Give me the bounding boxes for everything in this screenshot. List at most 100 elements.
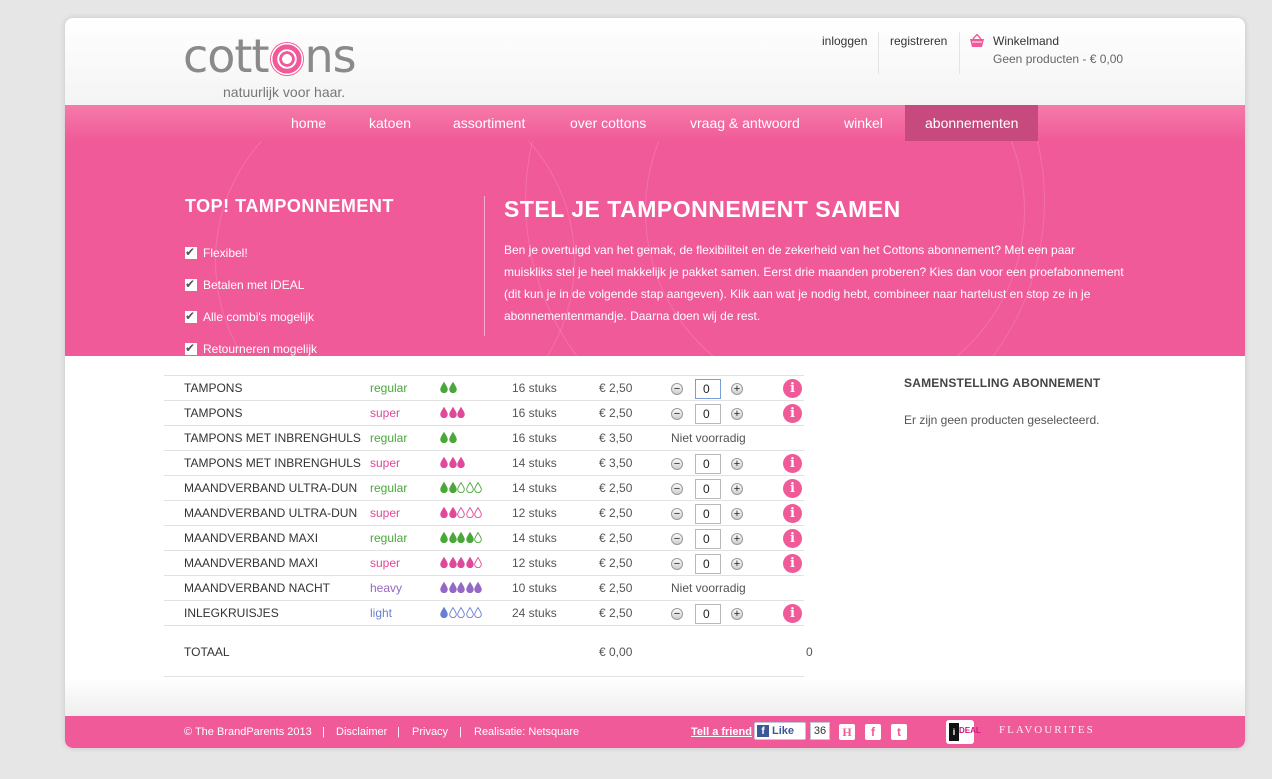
increase-button[interactable]: + [731,458,743,470]
basket-icon[interactable] [969,34,985,48]
nav-over-cottons[interactable]: over cottons [570,105,646,141]
product-name: TAMPONS [184,406,243,420]
drop-empty-icon [474,557,482,568]
pack-size: 16 stuks [512,406,557,420]
cart-link[interactable]: Winkelmand [993,34,1059,48]
logo[interactable]: cott ns natuurlijk voor haar. [183,32,363,100]
decrease-button[interactable]: − [671,383,683,395]
drop-filled-icon [440,482,448,493]
credit-link[interactable]: Realisatie: Netsquare [474,716,579,748]
facebook-like-button[interactable]: f Like [754,722,806,740]
table-row: MAANDVERBAND NACHT heavy 10 stuks € 2,50 Nie… [164,575,804,600]
absorbency-drops [440,457,466,469]
separator: | [397,726,400,738]
privacy-link[interactable]: Privacy [412,716,448,748]
increase-button[interactable]: + [731,508,743,520]
info-icon[interactable]: i [783,554,802,573]
increase-button[interactable]: + [731,558,743,570]
nav-winkel[interactable]: winkel [844,105,883,141]
pack-size: 14 stuks [512,481,557,495]
drop-filled-icon [465,557,474,568]
drop-filled-icon [440,507,448,518]
table-row: TAMPONSregular16 stuks€ 2,50−+i [164,375,804,400]
absorbency-type: heavy [370,581,403,595]
nav-assortiment[interactable]: assortiment [453,105,525,141]
info-icon[interactable]: i [783,404,802,423]
info-icon[interactable]: i [783,454,802,473]
login-link[interactable]: inloggen [822,34,867,48]
info-icon[interactable]: i [783,604,802,623]
disclaimer-link[interactable]: Disclaimer [336,716,387,748]
decrease-button[interactable]: − [671,458,683,470]
partner-logo[interactable]: FLAVOURITES [999,716,1095,744]
absorbency-drops [440,532,483,544]
twitter-icon[interactable]: t [891,724,907,740]
quantity-stepper: −+ [671,529,743,549]
quantity-input[interactable] [695,604,721,624]
increase-button[interactable]: + [731,383,743,395]
decrease-button[interactable]: − [671,558,683,570]
info-icon[interactable]: i [783,504,802,523]
increase-button[interactable]: + [731,483,743,495]
quantity-stepper: −+ [671,554,743,574]
facebook-icon[interactable]: f [865,724,881,740]
drop-empty-icon [457,482,465,493]
like-count: 36 [810,722,830,740]
quantity-input[interactable] [695,529,721,549]
drop-empty-icon [465,507,474,518]
info-icon[interactable]: i [783,529,802,548]
quantity-input[interactable] [695,479,721,499]
drop-filled-icon [474,582,482,593]
price: € 2,50 [599,606,633,620]
drop-filled-icon [457,407,465,418]
drop-filled-icon [448,557,457,568]
drop-filled-icon [457,532,465,543]
nav-katoen[interactable]: katoen [369,105,411,141]
quantity-input[interactable] [695,554,721,574]
nav-home[interactable]: home [291,105,326,141]
increase-button[interactable]: + [731,408,743,420]
decrease-button[interactable]: − [671,608,683,620]
product-name: TAMPONS MET INBRENGHULS [184,431,361,445]
drop-filled-icon [440,457,448,468]
pack-size: 16 stuks [512,431,557,445]
pack-size: 12 stuks [512,506,557,520]
absorbency-type: super [370,556,401,570]
absorbency-drops [440,582,483,594]
increase-button[interactable]: + [731,533,743,545]
quantity-input[interactable] [695,379,721,399]
nav-abonnementen[interactable]: abonnementen [905,105,1039,141]
drop-filled-icon [448,432,457,443]
quantity-stepper: −+ [671,454,743,474]
decrease-button[interactable]: − [671,408,683,420]
quantity-input[interactable] [695,454,721,474]
table-row: INLEGKRUISJESlight24 stuks€ 2,50−+i [164,600,804,625]
register-link[interactable]: registreren [890,34,947,48]
total-count: 0 [806,645,813,659]
pack-size: 14 stuks [512,531,557,545]
divider [959,32,960,74]
hyves-icon[interactable]: H [839,724,855,740]
info-icon[interactable]: i [783,479,802,498]
increase-button[interactable]: + [731,608,743,620]
quantity-input[interactable] [695,404,721,424]
pack-size: 24 stuks [512,606,557,620]
absorbency-type: super [370,406,401,420]
decrease-button[interactable]: − [671,533,683,545]
stock-status: Niet voorradig [671,431,746,445]
table-row: TAMPONSsuper16 stuks€ 2,50−+i [164,400,804,425]
drop-filled-icon [440,407,448,418]
checkbox-icon [185,244,197,260]
drop-filled-icon [457,457,465,468]
drop-filled-icon [440,582,448,593]
drop-filled-icon [448,507,457,518]
tell-a-friend-link[interactable]: Tell a friend [691,716,752,748]
info-icon[interactable]: i [783,379,802,398]
absorbency-type: regular [370,481,408,495]
product-name: MAANDVERBAND ULTRA-DUN [184,481,358,495]
drop-empty-icon [474,482,482,493]
decrease-button[interactable]: − [671,483,683,495]
decrease-button[interactable]: − [671,508,683,520]
nav-vraag-antwoord[interactable]: vraag & antwoord [690,105,800,141]
quantity-input[interactable] [695,504,721,524]
